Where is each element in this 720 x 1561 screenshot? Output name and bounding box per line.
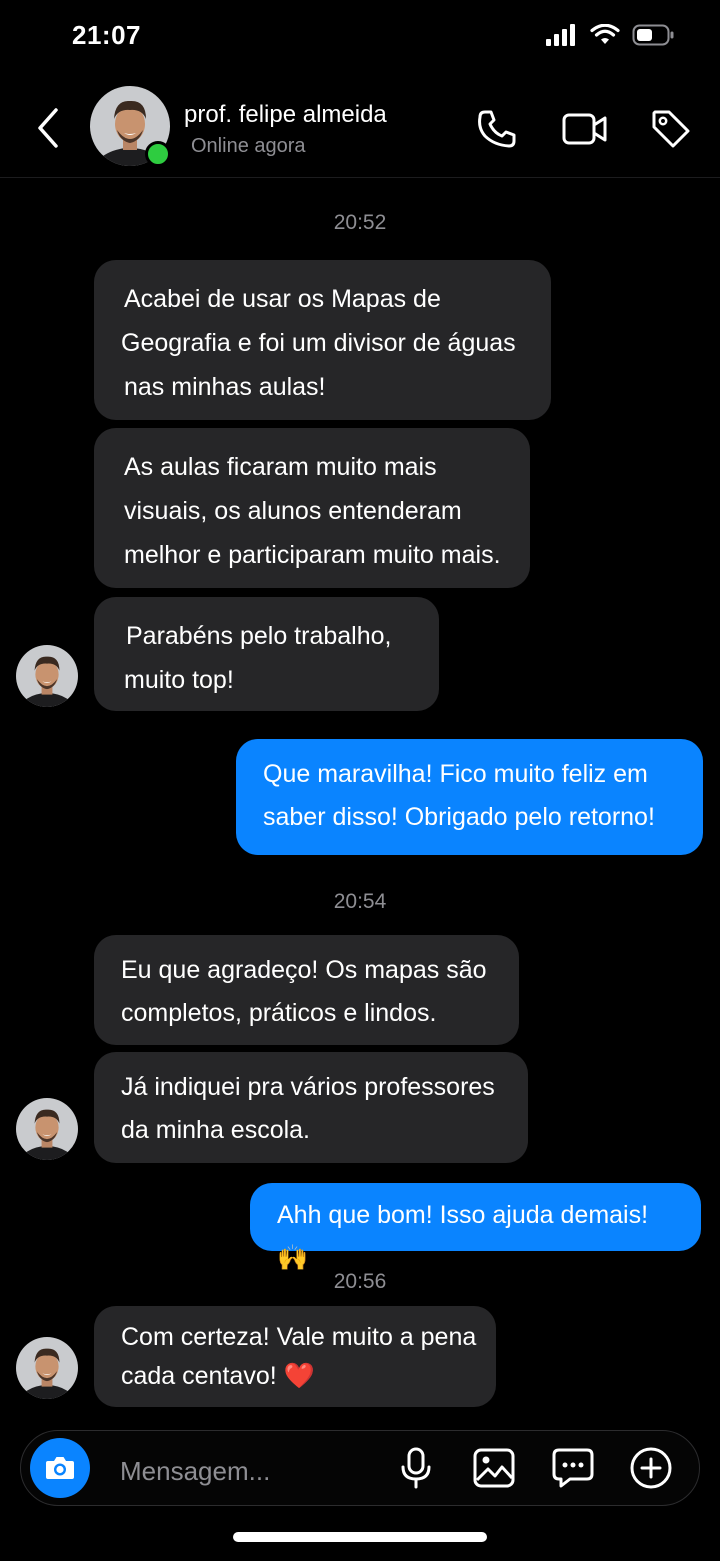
contact-status: Online agora — [191, 135, 306, 157]
timestamp: 20:54 — [333, 890, 387, 913]
message-line: completos, práticos e lindos. — [121, 999, 437, 1027]
contact-avatar-small[interactable] — [16, 1098, 78, 1160]
message-line: Que maravilha! Fico muito feliz em — [263, 760, 648, 788]
incoming-message[interactable]: Com certeza! Vale muito a pena cada cent… — [94, 1306, 496, 1407]
gallery-button[interactable] — [470, 1444, 518, 1492]
message-line: da minha escola. — [121, 1116, 311, 1144]
message-input[interactable] — [118, 1450, 382, 1492]
back-button[interactable] — [30, 104, 70, 152]
tag-button[interactable] — [648, 106, 694, 152]
video-call-icon — [562, 113, 607, 145]
microphone-icon — [401, 1447, 431, 1489]
incoming-message[interactable]: Já indiquei pra vários professores da mi… — [94, 1052, 528, 1163]
camera-button[interactable] — [30, 1438, 90, 1498]
home-indicator[interactable] — [233, 1532, 487, 1542]
contact-avatar-small[interactable] — [16, 645, 78, 707]
voice-call-button[interactable] — [474, 106, 520, 152]
wifi-icon — [590, 24, 620, 44]
timestamp: 20:56 — [333, 1270, 387, 1293]
voice-message-button[interactable] — [392, 1444, 440, 1492]
incoming-message[interactable]: As aulas ficaram muito mais visuais, os … — [94, 428, 530, 588]
incoming-message[interactable]: Acabei de usar os Mapas de Geografia e f… — [94, 260, 551, 420]
message-line: Já indiquei pra vários professores — [121, 1073, 495, 1101]
message-line: nas minhas aulas! — [124, 373, 326, 401]
phone-icon — [478, 110, 516, 148]
back-chevron-icon — [38, 108, 58, 148]
message-line: cada centavo! ❤️ — [121, 1362, 315, 1390]
incoming-message[interactable]: Eu que agradeço! Os mapas são completos,… — [94, 935, 519, 1045]
message-line: Eu que agradeço! Os mapas são — [121, 956, 487, 984]
outgoing-message[interactable]: Que maravilha! Fico muito feliz em saber… — [236, 739, 703, 855]
message-line: muito top! — [124, 666, 234, 694]
contact-name[interactable]: prof. felipe almeida — [184, 101, 387, 129]
chat-bubble-icon — [552, 1448, 594, 1488]
gallery-icon — [473, 1448, 515, 1488]
message-line: Ahh que bom! Isso ajuda demais! 🙌 — [277, 1201, 649, 1272]
battery-icon — [632, 24, 674, 46]
header-divider — [0, 177, 720, 178]
message-line: Geografia e foi um divisor de águas — [121, 329, 516, 357]
online-indicator — [145, 141, 171, 167]
message-line: As aulas ficaram muito mais — [124, 453, 437, 481]
message-line: visuais, os alunos entenderam — [124, 497, 462, 525]
message-line: Parabéns pelo trabalho, — [126, 622, 392, 650]
status-time: 21:07 — [72, 20, 141, 50]
message-line: Com certeza! Vale muito a pena — [121, 1323, 477, 1351]
incoming-message[interactable]: Parabéns pelo trabalho, muito top! — [94, 597, 439, 711]
more-options-button[interactable] — [627, 1444, 675, 1492]
camera-icon — [46, 1457, 74, 1479]
video-call-button[interactable] — [562, 106, 608, 152]
message-line: Acabei de usar os Mapas de — [124, 285, 441, 313]
signal-icon — [546, 24, 575, 46]
contact-avatar-small[interactable] — [16, 1337, 78, 1399]
plus-circle-icon — [630, 1447, 672, 1489]
timestamp: 20:52 — [333, 211, 387, 234]
tag-icon — [652, 110, 690, 148]
sticker-button[interactable] — [549, 1444, 597, 1492]
message-line: saber disso! Obrigado pelo retorno! — [263, 803, 655, 831]
message-line: melhor e participaram muito mais. — [124, 541, 501, 569]
outgoing-message[interactable]: Ahh que bom! Isso ajuda demais! 🙌 — [250, 1183, 701, 1272]
status-icons — [546, 24, 674, 46]
